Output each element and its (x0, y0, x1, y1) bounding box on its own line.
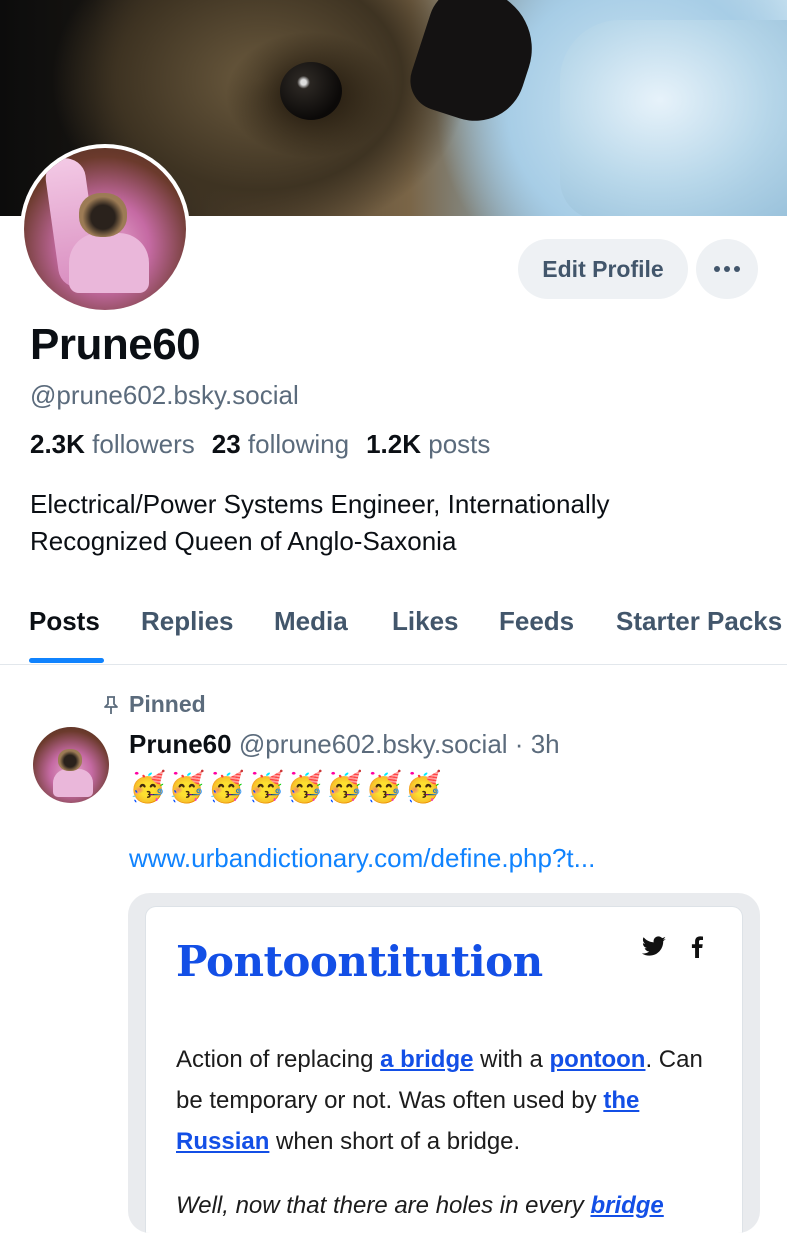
posts-label: posts (428, 429, 491, 459)
pinned-label: Pinned (129, 691, 206, 717)
following-stat[interactable]: 23 following (212, 429, 349, 460)
avatar-dress (69, 233, 149, 293)
following-count: 23 (211, 429, 241, 459)
profile-handle: @prune602.bsky.social (30, 380, 299, 410)
following-label: following (247, 429, 350, 459)
definition-text: with a (473, 1046, 550, 1073)
posts-count: 1.2K (366, 429, 421, 459)
active-tab-indicator (29, 658, 104, 663)
post-text: 🥳🥳🥳🥳🥳🥳🥳🥳 (129, 771, 444, 804)
post-author-name[interactable]: Prune60 (129, 729, 232, 759)
ellipsis-icon (714, 266, 740, 272)
pin-icon (104, 695, 118, 714)
link-embed-card[interactable]: Pontoontitution Action of replacing a br… (128, 893, 760, 1233)
post-avatar-dress (53, 769, 93, 797)
example-link-bridge[interactable]: bridge (590, 1192, 663, 1219)
facebook-icon (691, 936, 703, 958)
embed-title: Pontoontitution (176, 937, 543, 986)
post-separator: · (507, 729, 531, 759)
avatar-pug-face (79, 193, 127, 237)
tab-starter-packs[interactable]: Starter Packs (616, 606, 782, 637)
definition-link-bridge[interactable]: a bridge (380, 1046, 473, 1073)
profile-avatar[interactable] (20, 144, 190, 314)
more-options-button[interactable] (696, 239, 758, 299)
definition-text: when short of a bridge. (269, 1128, 521, 1155)
followers-stat[interactable]: 2.3K followers (30, 429, 195, 460)
tab-replies[interactable]: Replies (141, 606, 234, 637)
banner-pug-ear (402, 0, 548, 134)
embed-definition: Action of replacing a bridge with a pont… (176, 1039, 716, 1162)
post-author-handle[interactable]: @prune602.bsky.social (239, 729, 508, 759)
embed-share-icons (641, 935, 703, 959)
pinned-indicator: Pinned (101, 691, 206, 718)
definition-text: Action of replacing (176, 1046, 381, 1073)
post-header: Prune60 @prune602.bsky.social · 3h (129, 729, 560, 760)
banner-pug-eye (280, 62, 342, 120)
post-avatar-pug-face (58, 749, 82, 771)
embed-example: Well, now that there are holes in every … (176, 1192, 664, 1220)
followers-label: followers (92, 429, 195, 459)
edit-profile-button[interactable]: Edit Profile (518, 239, 688, 299)
tab-likes[interactable]: Likes (392, 606, 459, 637)
posts-stat: 1.2K posts (366, 429, 490, 460)
twitter-icon (641, 936, 666, 956)
profile-tabs: Posts Replies Media Likes Feeds Starter … (0, 600, 787, 665)
post-author-avatar[interactable] (33, 727, 109, 803)
example-text: Well, now that there are holes in every (176, 1192, 591, 1219)
tab-feeds[interactable]: Feeds (499, 606, 574, 637)
banner-fabric (560, 20, 787, 216)
post-link[interactable]: www.urbandictionary.com/define.php?t... (129, 843, 595, 874)
profile-bio: Electrical/Power Systems Engineer, Inter… (30, 489, 610, 556)
embed-preview: Pontoontitution Action of replacing a br… (146, 907, 742, 1233)
tab-posts[interactable]: Posts (29, 606, 100, 637)
post-timestamp[interactable]: 3h (531, 729, 560, 759)
tab-media[interactable]: Media (274, 606, 348, 637)
avatar-image (24, 148, 186, 310)
definition-link-pontoon[interactable]: pontoon (550, 1046, 646, 1073)
display-name: Prune60 (30, 320, 201, 369)
followers-count: 2.3K (30, 429, 85, 459)
profile-stats: 2.3K followers 23 following 1.2K posts (30, 429, 507, 460)
